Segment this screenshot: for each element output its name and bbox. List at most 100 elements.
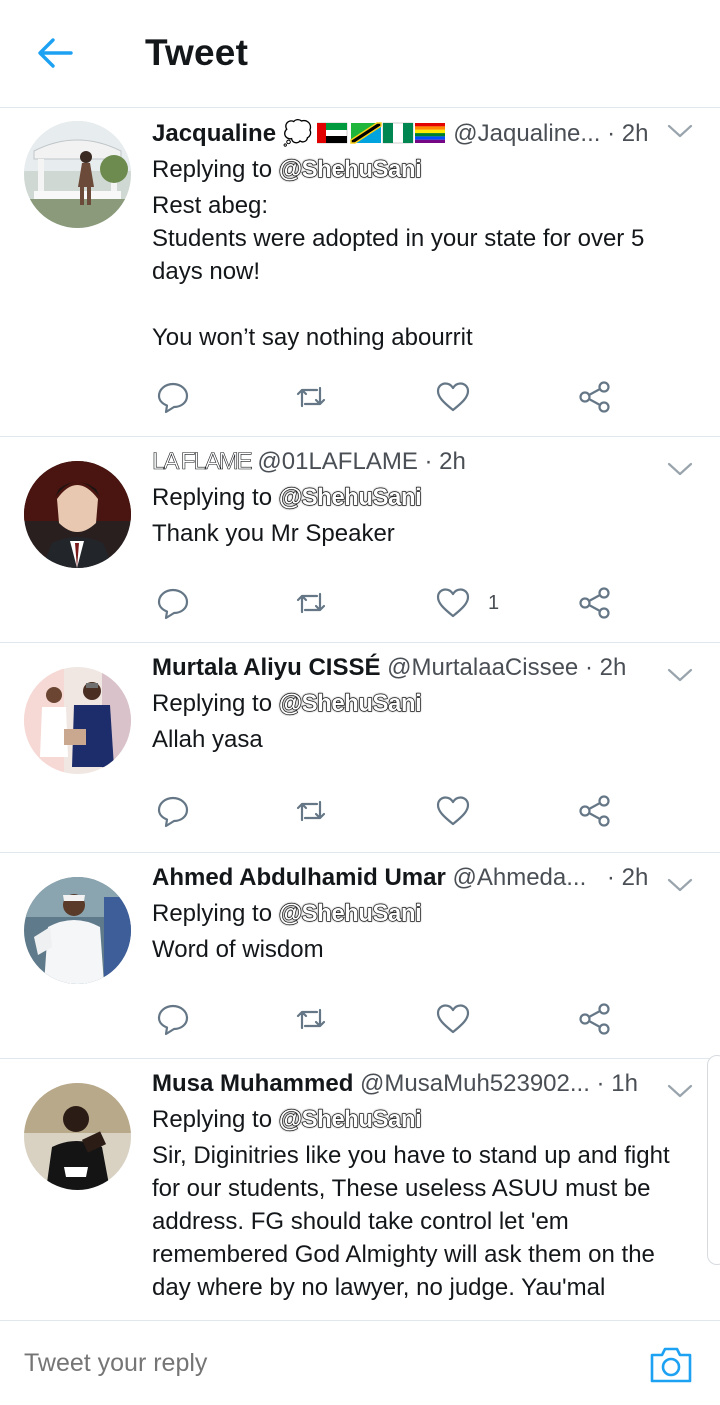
tweet-time: 2h xyxy=(621,120,649,147)
tweet-item[interactable]: Murtala Aliyu CISSÉ @MurtalaaCissee · 2h… xyxy=(0,643,720,853)
avatar-image xyxy=(24,1083,131,1190)
reply-button[interactable] xyxy=(156,583,190,623)
retweet-button[interactable] xyxy=(294,583,328,623)
reply-input[interactable] xyxy=(24,1343,604,1383)
reply-button[interactable] xyxy=(156,791,190,831)
back-arrow-icon xyxy=(38,38,73,68)
like-icon xyxy=(436,382,470,412)
replying-to: Replying to @ShehuSani xyxy=(152,481,700,517)
user-name[interactable]: LA FLAME xyxy=(152,448,253,476)
like-count: 1 xyxy=(488,591,500,614)
like-button[interactable] xyxy=(436,377,488,417)
user-name[interactable]: Ahmed Abdulhamid Umar xyxy=(152,864,446,891)
reply-icon xyxy=(157,588,189,620)
share-icon xyxy=(579,587,610,619)
tweet-text: Sir, Diginitries like you have to stand … xyxy=(152,1142,670,1301)
share-button[interactable] xyxy=(578,791,612,831)
mention-link[interactable]: @ShehuSani xyxy=(278,155,422,183)
like-button[interactable] xyxy=(436,999,488,1039)
user-name[interactable]: Murtala Aliyu CISSÉ xyxy=(152,654,381,681)
mention-link[interactable]: @ShehuSani xyxy=(278,899,422,927)
share-icon xyxy=(579,381,610,413)
retweet-icon xyxy=(296,386,326,408)
reply-icon xyxy=(157,1004,189,1036)
reply-icon xyxy=(157,796,189,828)
replies-list[interactable]: Jacqualine 💭 @Jaqualine... · 2h Replying… xyxy=(0,109,720,1320)
user-name[interactable]: Jacqualine 💭 xyxy=(152,120,313,147)
reply-button[interactable] xyxy=(156,999,190,1039)
avatar[interactable] xyxy=(24,121,131,228)
tweet-time: 2h xyxy=(439,448,466,475)
replying-to: Replying to @ShehuSani xyxy=(152,897,700,933)
retweet-icon xyxy=(296,1008,326,1030)
reply-icon xyxy=(157,382,189,414)
share-icon xyxy=(579,795,610,827)
replying-to-label: Replying to xyxy=(152,690,273,717)
tweet-item[interactable]: Musa Muhammed @MusaMuh523902... · 1h Rep… xyxy=(0,1059,720,1320)
tweet-content: Musa Muhammed @MusaMuh523902... · 1h Rep… xyxy=(152,1067,700,1304)
like-button[interactable] xyxy=(436,791,488,831)
like-button[interactable]: 1 xyxy=(436,583,499,623)
tweet-item[interactable]: Jacqualine 💭 @Jaqualine... · 2h Replying… xyxy=(0,109,720,437)
reply-composer xyxy=(0,1320,720,1405)
meta-separator: · xyxy=(596,1070,605,1097)
tweet-meta: Musa Muhammed @MusaMuh523902... · 1h xyxy=(152,1067,700,1103)
chevron-down-icon[interactable] xyxy=(666,1081,694,1101)
camera-button[interactable] xyxy=(648,1345,694,1385)
tweet-content: Jacqualine 💭 @Jaqualine... · 2h Replying… xyxy=(152,117,700,354)
mention-link[interactable]: @ShehuSani xyxy=(278,1105,422,1133)
tweet-content: Ahmed Abdulhamid Umar @Ahmeda... · 2h Re… xyxy=(152,861,700,966)
chevron-down-icon[interactable] xyxy=(666,121,694,141)
replying-to-label: Replying to xyxy=(152,484,273,511)
page-title: Tweet xyxy=(145,32,249,73)
tweet-meta: Murtala Aliyu CISSÉ @MurtalaaCissee · 2h xyxy=(152,651,700,687)
user-handle[interactable]: @MusaMuh523902... xyxy=(360,1070,590,1097)
mention-link[interactable]: @ShehuSani xyxy=(278,483,422,511)
reply-button[interactable] xyxy=(156,377,190,417)
chevron-down-icon[interactable] xyxy=(666,665,694,685)
chevron-down-icon[interactable] xyxy=(666,875,694,895)
share-button[interactable] xyxy=(578,377,612,417)
user-handle[interactable]: @MurtalaaCissee xyxy=(387,654,578,681)
retweet-button[interactable] xyxy=(294,999,328,1039)
share-icon xyxy=(579,1003,610,1035)
avatar-image xyxy=(24,121,131,228)
user-handle[interactable]: @Ahmeda... xyxy=(452,864,586,891)
replying-to-label: Replying to xyxy=(152,1106,273,1133)
tweet-text: Allah yasa xyxy=(152,726,263,753)
tweet-actions: 1 xyxy=(152,583,622,623)
meta-separator: · xyxy=(607,120,616,147)
share-button[interactable] xyxy=(578,999,612,1039)
avatar[interactable] xyxy=(24,1083,131,1190)
meta-separator: · xyxy=(424,448,433,475)
user-name[interactable]: Musa Muhammed xyxy=(152,1070,353,1097)
chevron-down-icon[interactable] xyxy=(666,459,694,479)
tweet-time: 2h xyxy=(599,654,627,681)
tweet-time: 1h xyxy=(611,1070,638,1097)
share-button[interactable] xyxy=(578,583,612,623)
tweet-actions xyxy=(152,791,622,831)
avatar[interactable] xyxy=(24,877,131,984)
tweet-content: Murtala Aliyu CISSÉ @MurtalaaCissee · 2h… xyxy=(152,651,700,756)
retweet-button[interactable] xyxy=(294,377,328,417)
avatar[interactable] xyxy=(24,667,131,774)
meta-separator: · xyxy=(606,864,615,891)
tweet-time: 2h xyxy=(621,864,649,891)
avatar[interactable] xyxy=(24,461,131,568)
mention-link[interactable]: @ShehuSani xyxy=(278,689,422,717)
tweet-item[interactable]: LA FLAME @01LAFLAME · 2h Replying to @Sh… xyxy=(0,437,720,643)
tweet-meta: Ahmed Abdulhamid Umar @Ahmeda... · 2h xyxy=(152,861,700,897)
meta-separator: · xyxy=(584,654,593,681)
replying-to-label: Replying to xyxy=(152,156,273,183)
user-handle[interactable]: @Jaqualine... xyxy=(453,120,600,147)
back-button[interactable] xyxy=(30,30,80,76)
retweet-icon xyxy=(296,592,326,614)
retweet-button[interactable] xyxy=(294,791,328,831)
tweet-meta: LA FLAME @01LAFLAME · 2h xyxy=(152,445,700,481)
user-handle[interactable]: @01LAFLAME xyxy=(257,448,417,475)
like-icon xyxy=(436,588,470,618)
scroll-handle[interactable] xyxy=(707,1055,720,1265)
camera-icon xyxy=(650,1347,692,1383)
tweet-item[interactable]: Ahmed Abdulhamid Umar @Ahmeda... · 2h Re… xyxy=(0,853,720,1059)
replying-to-label: Replying to xyxy=(152,900,273,927)
